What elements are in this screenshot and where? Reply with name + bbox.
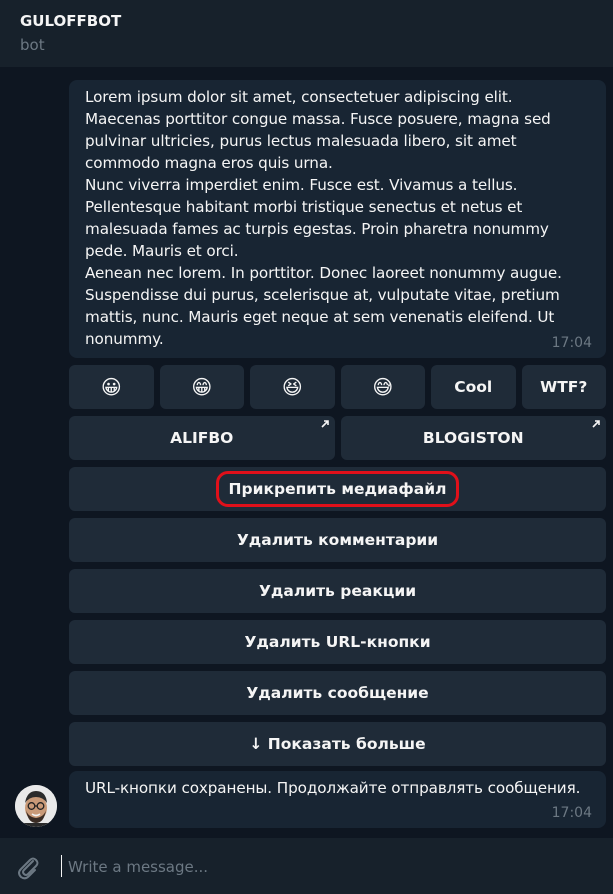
show-more-button[interactable]: ↓ Показать больше bbox=[69, 722, 606, 766]
action-button-label: Удалить сообщение bbox=[246, 684, 429, 702]
external-link-arrow-icon bbox=[320, 420, 329, 428]
delete-reactions-button[interactable]: Удалить реакции bbox=[69, 569, 606, 613]
inline-keyboard-row: Удалить комментарии bbox=[69, 518, 606, 562]
attach-media-button[interactable]: Прикрепить медиафайл bbox=[69, 467, 606, 511]
reaction-label: Cool bbox=[454, 378, 493, 396]
squinting-face-icon: 😆 bbox=[281, 375, 303, 399]
chat-title: GULOFFBOT bbox=[20, 12, 122, 30]
telegram-chat-window: GULOFFBOT bot Lorem ipsum dolor sit amet… bbox=[0, 0, 613, 894]
message-input[interactable] bbox=[66, 851, 590, 883]
url-button-blogiston[interactable]: BLOGISTON bbox=[340, 416, 606, 460]
delete-message-button[interactable]: Удалить сообщение bbox=[69, 671, 606, 715]
avatar-face-icon bbox=[15, 785, 57, 827]
inline-keyboard-row: Прикрепить медиафайл bbox=[69, 467, 606, 511]
inline-keyboard-row-reactions: 😀 😁 😆 😅 Cool WTF? bbox=[69, 365, 606, 409]
text-cursor bbox=[61, 855, 62, 877]
inline-keyboard-row: Удалить сообщение bbox=[69, 671, 606, 715]
reaction-button-cool[interactable]: Cool bbox=[431, 365, 516, 409]
message-bubble[interactable]: URL-кнопки сохранены. Продолжайте отправ… bbox=[69, 771, 606, 828]
message-time: 17:04 bbox=[551, 805, 592, 821]
action-button-label: ↓ Показать больше bbox=[249, 735, 426, 753]
message-text: Lorem ipsum dolor sit amet, consectetuer… bbox=[85, 88, 562, 348]
sweat-smile-face-icon: 😅 bbox=[372, 375, 394, 399]
inline-keyboard-row-links: ALIFBO BLOGISTON bbox=[69, 416, 606, 460]
reaction-button-grinning[interactable]: 😀 bbox=[69, 365, 154, 409]
delete-comments-button[interactable]: Удалить комментарии bbox=[69, 518, 606, 562]
url-button-alifbo[interactable]: ALIFBO bbox=[69, 416, 335, 460]
reaction-button-sweat-smile[interactable]: 😅 bbox=[340, 365, 425, 409]
beaming-face-icon: 😁 bbox=[191, 375, 213, 399]
message-time: 17:04 bbox=[551, 335, 592, 351]
paperclip-icon[interactable] bbox=[14, 853, 42, 881]
inline-keyboard-row: Удалить URL-кнопки bbox=[69, 620, 606, 664]
message-text: URL-кнопки сохранены. Продолжайте отправ… bbox=[85, 779, 581, 797]
bot-avatar[interactable] bbox=[15, 785, 57, 827]
reaction-label: WTF? bbox=[540, 378, 588, 396]
action-button-label: Удалить реакции bbox=[258, 582, 417, 600]
url-button-label: ALIFBO bbox=[170, 429, 234, 447]
inline-keyboard-row: ↓ Показать больше bbox=[69, 722, 606, 766]
external-link-arrow-icon bbox=[592, 420, 600, 428]
reaction-button-squinting[interactable]: 😆 bbox=[250, 365, 335, 409]
message-list[interactable]: Lorem ipsum dolor sit amet, consectetuer… bbox=[0, 67, 613, 838]
message-bubble[interactable]: Lorem ipsum dolor sit amet, consectetuer… bbox=[69, 80, 606, 358]
delete-url-buttons-button[interactable]: Удалить URL-кнопки bbox=[69, 620, 606, 664]
grinning-face-icon: 😀 bbox=[100, 375, 122, 399]
action-button-label: Удалить URL-кнопки bbox=[244, 633, 431, 651]
chat-header[interactable]: GULOFFBOT bot bbox=[0, 0, 613, 67]
message-composer bbox=[0, 838, 613, 894]
highlight-outline: Прикрепить медиафайл bbox=[215, 471, 460, 507]
reaction-button-beaming[interactable]: 😁 bbox=[159, 365, 244, 409]
action-button-label: Удалить комментарии bbox=[236, 531, 439, 549]
reaction-button-wtf[interactable]: WTF? bbox=[521, 365, 606, 409]
chat-subtitle: bot bbox=[20, 36, 45, 54]
inline-keyboard-row: Удалить реакции bbox=[69, 569, 606, 613]
url-button-label: BLOGISTON bbox=[422, 429, 524, 447]
action-button-label: Прикрепить медиафайл bbox=[228, 480, 447, 498]
